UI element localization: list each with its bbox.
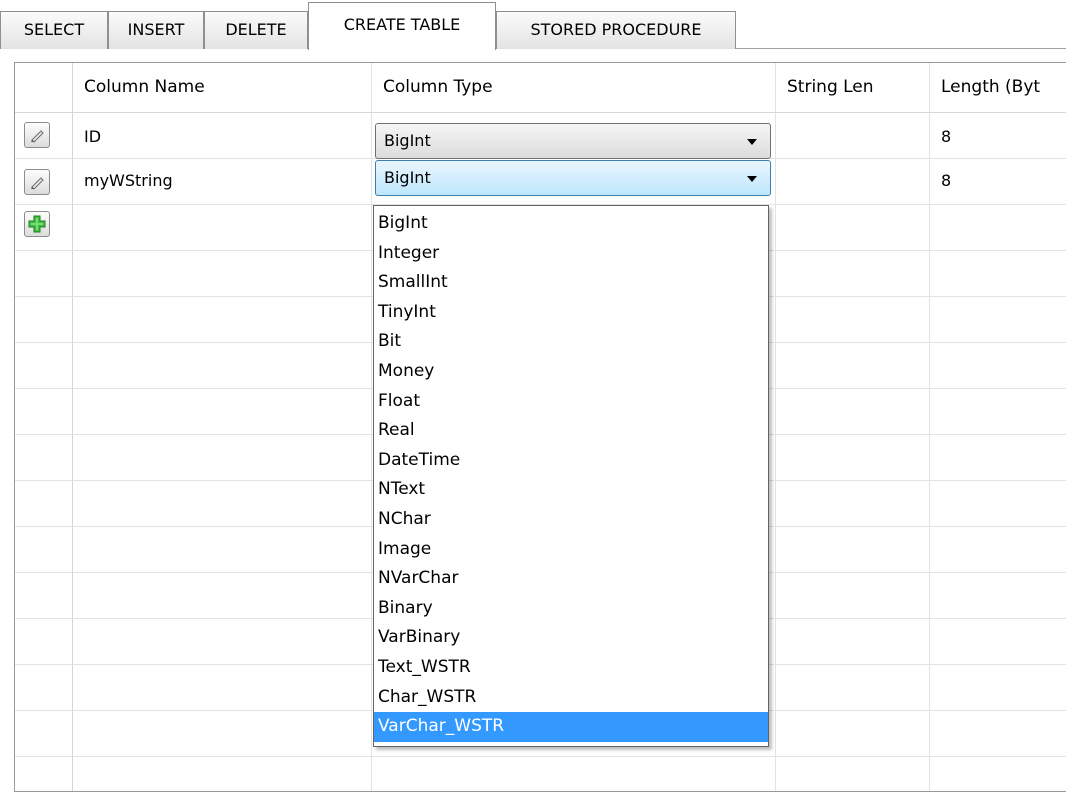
dropdown-option[interactable]: DateTime (374, 446, 768, 476)
dropdown-option[interactable]: Text_WSTR (374, 653, 768, 683)
column-type-combo-open[interactable]: BigInt (375, 160, 771, 196)
pencil-icon (31, 130, 44, 143)
tab-stored-procedure[interactable]: STORED PROCEDURE (496, 11, 736, 49)
dropdown-option[interactable]: BigInt (374, 209, 768, 239)
col-separator (371, 63, 372, 791)
edit-row-button[interactable] (24, 169, 50, 195)
edit-row-button[interactable] (24, 122, 50, 148)
col-separator (72, 63, 73, 791)
dropdown-option[interactable]: VarBinary (374, 623, 768, 653)
col-separator (775, 63, 776, 791)
dropdown-option-highlighted[interactable]: VarChar_WSTR (374, 712, 768, 742)
tab-delete[interactable]: DELETE (204, 11, 308, 49)
chevron-down-icon (747, 139, 757, 145)
cell-column-name[interactable]: myWString (84, 171, 173, 190)
header-column-type[interactable]: Column Type (383, 63, 493, 112)
dropdown-option[interactable]: Binary (374, 594, 768, 624)
dropdown-option[interactable]: NChar (374, 505, 768, 535)
tab-insert[interactable]: INSERT (108, 11, 204, 49)
header-separator (15, 112, 1066, 113)
header-string-len[interactable]: String Len (787, 63, 874, 112)
dropdown-option[interactable]: Real (374, 416, 768, 446)
dropdown-option[interactable]: TinyInt (374, 298, 768, 328)
dropdown-option[interactable]: NText (374, 475, 768, 505)
tab-select[interactable]: SELECT (0, 11, 108, 49)
dropdown-option[interactable]: Float (374, 387, 768, 417)
column-type-combo[interactable]: BigInt (375, 123, 771, 159)
dropdown-option[interactable]: SmallInt (374, 268, 768, 298)
dropdown-option[interactable]: NVarChar (374, 564, 768, 594)
plus-icon (28, 215, 46, 233)
header-length-bytes[interactable]: Length (Byt (941, 63, 1040, 112)
pencil-icon (31, 177, 44, 190)
col-separator (929, 63, 930, 791)
row-line (15, 756, 1066, 757)
dropdown-option[interactable]: Bit (374, 327, 768, 357)
add-row-button[interactable] (24, 211, 50, 237)
dropdown-option[interactable]: Image (374, 535, 768, 565)
cell-column-name[interactable]: ID (84, 127, 101, 146)
dropdown-option[interactable]: Char_WSTR (374, 683, 768, 713)
column-type-dropdown[interactable]: BigInt Integer SmallInt TinyInt Bit Mone… (373, 205, 769, 747)
combo-value: BigInt (384, 131, 431, 150)
header-column-name[interactable]: Column Name (84, 63, 205, 112)
tab-create-table[interactable]: CREATE TABLE (308, 2, 496, 50)
dropdown-option[interactable]: Integer (374, 239, 768, 269)
combo-value: BigInt (384, 168, 431, 187)
tab-strip: SELECT INSERT DELETE CREATE TABLE STORED… (0, 0, 1066, 50)
cell-length[interactable]: 8 (941, 171, 951, 190)
dropdown-option[interactable]: Money (374, 357, 768, 387)
chevron-down-icon (747, 176, 757, 182)
cell-length[interactable]: 8 (941, 127, 951, 146)
